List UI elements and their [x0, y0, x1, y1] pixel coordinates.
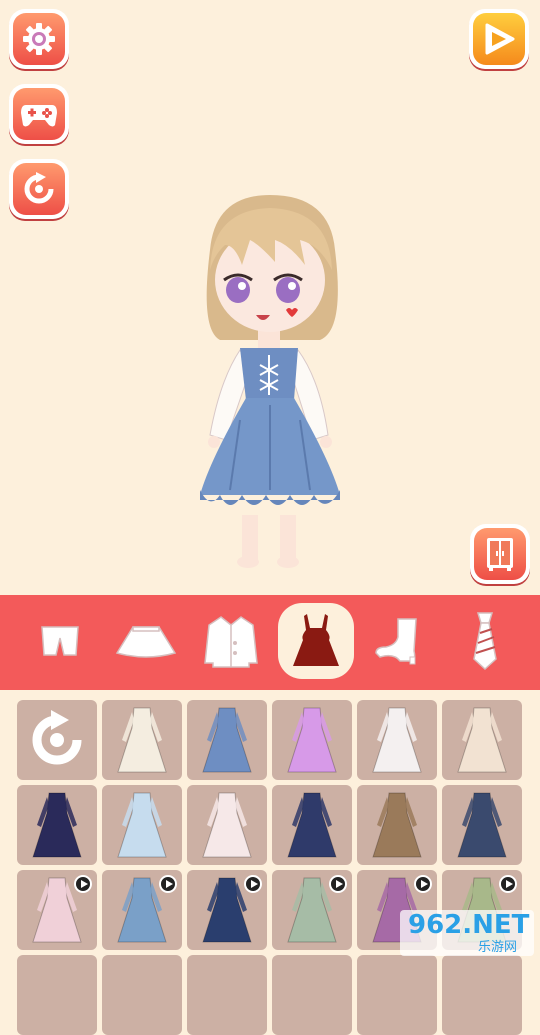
outfit-tile[interactable] — [442, 955, 522, 1035]
settings-button[interactable] — [9, 9, 69, 69]
outfit-tile[interactable] — [17, 870, 97, 950]
gear-icon — [23, 23, 55, 55]
gamepad-icon — [21, 105, 57, 127]
dress-thumbnail — [117, 792, 167, 858]
outfit-tile[interactable] — [102, 785, 182, 865]
dress-thumbnail — [287, 792, 337, 858]
reset-button[interactable] — [9, 159, 69, 219]
video-unlock-icon — [329, 875, 347, 893]
outfit-tile[interactable] — [272, 700, 352, 780]
play-icon — [485, 23, 515, 55]
outfit-tile[interactable] — [102, 870, 182, 950]
outfit-tile[interactable] — [102, 955, 182, 1035]
pants-icon — [41, 626, 79, 656]
category-boots[interactable] — [362, 603, 438, 679]
outfit-tile[interactable] — [187, 785, 267, 865]
dress-thumbnail — [32, 792, 82, 858]
outfit-tile[interactable] — [102, 700, 182, 780]
outfit-tile[interactable] — [357, 785, 437, 865]
video-unlock-icon — [74, 875, 92, 893]
outfit-tile[interactable] — [187, 870, 267, 950]
reset-icon — [32, 710, 82, 765]
category-skirt[interactable] — [108, 603, 184, 679]
outfit-tile[interactable] — [272, 785, 352, 865]
video-unlock-icon — [244, 875, 262, 893]
wardrobe-button[interactable] — [470, 524, 530, 584]
dress-thumbnail — [372, 707, 422, 773]
category-tie[interactable] — [447, 603, 523, 679]
jacket-icon — [204, 616, 258, 668]
dress-thumbnail — [202, 707, 252, 773]
reset-icon — [24, 172, 54, 204]
wardrobe-icon — [487, 538, 513, 571]
category-pants[interactable] — [22, 603, 98, 679]
dress-thumbnail — [457, 792, 507, 858]
category-jacket[interactable] — [193, 603, 269, 679]
character-doll — [200, 195, 340, 568]
games-button[interactable] — [9, 84, 69, 144]
dress-thumbnail — [117, 707, 167, 773]
boots-icon — [375, 618, 417, 665]
watermark: 962.NET 乐游网 — [400, 910, 534, 956]
category-bar — [0, 595, 540, 690]
watermark-site: 乐游网 — [478, 940, 518, 955]
outfit-tile[interactable] — [442, 785, 522, 865]
remove-outfit-tile[interactable] — [17, 700, 97, 780]
outfit-tile[interactable] — [17, 955, 97, 1035]
dress-thumbnail — [457, 707, 507, 773]
character-stage — [0, 0, 540, 595]
outfit-tile[interactable] — [442, 700, 522, 780]
category-dress[interactable] — [278, 603, 354, 679]
tie-icon — [473, 612, 497, 671]
video-unlock-icon — [414, 875, 432, 893]
video-unlock-icon — [499, 875, 517, 893]
dress-thumbnail — [287, 707, 337, 773]
play-button[interactable] — [469, 9, 529, 69]
skirt-icon — [115, 626, 177, 658]
outfit-tile[interactable] — [272, 870, 352, 950]
outfit-tile[interactable] — [17, 785, 97, 865]
outfit-tile[interactable] — [357, 955, 437, 1035]
outfit-tile[interactable] — [272, 955, 352, 1035]
dress-thumbnail — [372, 792, 422, 858]
dress-thumbnail — [202, 792, 252, 858]
dress-icon — [293, 614, 339, 666]
outfit-tile[interactable] — [187, 700, 267, 780]
outfit-tile[interactable] — [357, 700, 437, 780]
outfit-tile[interactable] — [187, 955, 267, 1035]
video-unlock-icon — [159, 875, 177, 893]
